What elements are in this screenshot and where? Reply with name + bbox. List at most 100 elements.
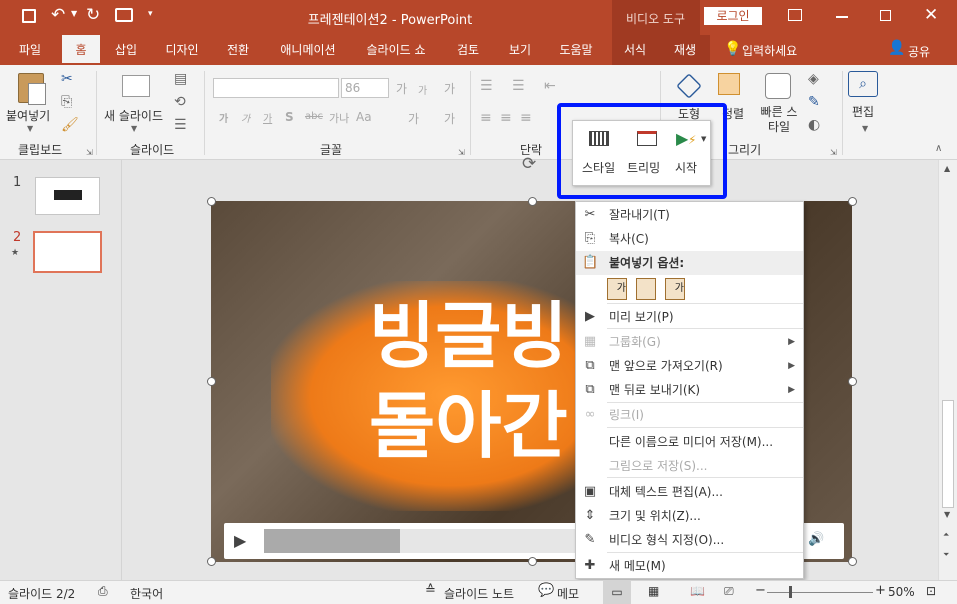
- shape-effects-icon[interactable]: ◐: [808, 117, 820, 133]
- align-center-icon[interactable]: ≡: [500, 110, 512, 126]
- scroll-down-icon[interactable]: ▼: [944, 510, 950, 519]
- ctx-item-8[interactable]: 다른 이름으로 미디어 저장(M)...: [576, 430, 803, 454]
- format-painter-icon[interactable]: 🖌: [61, 117, 79, 133]
- paste-dropdown-icon[interactable]: ▼: [27, 121, 33, 137]
- redo-icon[interactable]: ↻: [86, 5, 100, 25]
- resize-handle-br[interactable]: [848, 557, 857, 566]
- shape-outline-icon[interactable]: ✎: [808, 94, 820, 110]
- normal-view-icon[interactable]: ▭: [603, 581, 631, 604]
- ctx-item-12[interactable]: ✎ 비디오 형식 지정(O)...: [576, 528, 803, 552]
- zoom-level[interactable]: 50%: [888, 585, 915, 599]
- resize-handle-tr[interactable]: [848, 197, 857, 206]
- ctx-item-3[interactable]: ▶ 미리 보기(P): [576, 305, 803, 329]
- fit-to-window-icon[interactable]: ⊡: [926, 584, 936, 598]
- tab-transitions[interactable]: 전환: [216, 35, 260, 65]
- align-left-icon[interactable]: ≡: [480, 110, 492, 126]
- slideshow-view-icon[interactable]: ⎚: [724, 584, 734, 599]
- font-size-down-button[interactable]: 가: [418, 82, 427, 97]
- undo-dropdown-icon[interactable]: ▼: [71, 9, 77, 18]
- comments-button[interactable]: 메모: [557, 585, 579, 602]
- arrange-icon[interactable]: [718, 73, 740, 95]
- share-button[interactable]: 공유: [908, 43, 930, 60]
- drawing-launcher-icon[interactable]: ⇲: [830, 145, 837, 161]
- section-icon[interactable]: ☰: [174, 117, 187, 133]
- paste-option-2-icon[interactable]: [636, 278, 656, 300]
- font-size-up-button[interactable]: 가: [396, 80, 407, 97]
- bullets-icon[interactable]: ☰: [480, 78, 493, 94]
- volume-icon[interactable]: 🔊: [808, 532, 824, 547]
- clear-format-button[interactable]: 가: [444, 80, 455, 97]
- customize-qat-icon[interactable]: ▾: [148, 9, 153, 19]
- font-launcher-icon[interactable]: ⇲: [458, 145, 465, 161]
- layout-icon[interactable]: ▤: [174, 71, 187, 87]
- ctx-item-1[interactable]: ⎘ 복사(C): [576, 227, 803, 251]
- font-name-input[interactable]: [213, 78, 339, 98]
- minimize-icon[interactable]: [836, 16, 848, 18]
- highlight-button[interactable]: 가: [408, 110, 419, 127]
- slide-thumbnail-2[interactable]: [33, 231, 102, 273]
- rotate-handle-icon[interactable]: ⟳: [522, 154, 536, 174]
- change-case-button[interactable]: Aa: [356, 110, 372, 124]
- scroll-thumb[interactable]: [942, 400, 954, 508]
- language-indicator[interactable]: 한국어: [130, 585, 163, 602]
- login-button[interactable]: 로그인: [704, 7, 762, 25]
- edit-dropdown-icon[interactable]: ▼: [862, 121, 868, 137]
- resize-handle-bm[interactable]: [528, 557, 537, 566]
- tab-home[interactable]: 홈: [62, 35, 100, 65]
- notes-button[interactable]: 슬라이드 노트: [444, 585, 514, 602]
- save-icon[interactable]: [22, 9, 36, 23]
- cut-icon[interactable]: ✂: [61, 71, 73, 87]
- ribbon-display-icon[interactable]: [788, 9, 802, 21]
- tab-help[interactable]: 도움말: [552, 35, 600, 65]
- next-slide-icon[interactable]: ⏷: [943, 550, 949, 560]
- tab-review[interactable]: 검토: [446, 35, 490, 65]
- maximize-icon[interactable]: [880, 10, 891, 21]
- zoom-slider-thumb[interactable]: [789, 586, 792, 598]
- resize-handle-bl[interactable]: [207, 557, 216, 566]
- italic-button[interactable]: 가: [241, 110, 250, 125]
- align-right-icon[interactable]: ≡: [520, 110, 532, 126]
- font-color-button[interactable]: 가: [444, 110, 455, 127]
- tab-format[interactable]: 서식: [612, 35, 658, 65]
- resize-handle-tm[interactable]: [528, 197, 537, 206]
- shape-fill-icon[interactable]: ◈: [808, 71, 819, 87]
- accessibility-icon[interactable]: ⎙: [98, 584, 108, 599]
- video-play-icon[interactable]: ▶: [234, 531, 246, 550]
- font-size-input[interactable]: 86: [341, 78, 389, 98]
- zoom-out-icon[interactable]: −: [755, 583, 766, 598]
- tab-animations[interactable]: 애니메이션: [272, 35, 344, 65]
- reading-view-icon[interactable]: 📖: [690, 584, 705, 598]
- new-slide-dropdown-icon[interactable]: ▼: [131, 121, 137, 137]
- resize-handle-ml[interactable]: [207, 377, 216, 386]
- present-icon[interactable]: [115, 8, 133, 22]
- tab-design[interactable]: 디자인: [156, 35, 208, 65]
- clipboard-launcher-icon[interactable]: ⇲: [86, 145, 93, 161]
- tell-me-input[interactable]: 입력하세요: [742, 42, 797, 59]
- char-spacing-button[interactable]: 가나: [329, 110, 349, 126]
- vertical-scrollbar[interactable]: ▲ ▼ ⏶ ⏷: [938, 160, 957, 580]
- slide-thumbnail-1[interactable]: [35, 177, 100, 215]
- zoom-in-icon[interactable]: +: [875, 583, 886, 598]
- scroll-up-icon[interactable]: ▲: [944, 164, 950, 173]
- shadow-button[interactable]: S: [285, 110, 294, 124]
- strikethrough-button[interactable]: abc: [305, 111, 323, 122]
- ctx-item-5[interactable]: ⧉ 맨 앞으로 가져오기(R) ▶: [576, 354, 803, 378]
- prev-slide-icon[interactable]: ⏶: [943, 530, 949, 540]
- tab-file[interactable]: 파일: [8, 35, 52, 65]
- ctx-item-11[interactable]: ⇕ 크기 및 위치(Z)...: [576, 504, 803, 528]
- tab-view[interactable]: 보기: [498, 35, 542, 65]
- ctx-item-6[interactable]: ⧉ 맨 뒤로 보내기(K) ▶: [576, 378, 803, 402]
- decrease-indent-icon[interactable]: ⇤: [544, 78, 556, 94]
- quick-style-icon[interactable]: [765, 73, 791, 99]
- slide-sorter-icon[interactable]: ▦: [648, 584, 659, 598]
- copy-icon[interactable]: ⎘: [61, 94, 72, 110]
- underline-button[interactable]: 가: [263, 110, 272, 125]
- tab-playback[interactable]: 재생: [662, 35, 708, 65]
- bold-button[interactable]: 가: [219, 110, 228, 125]
- undo-icon[interactable]: ↶: [51, 5, 65, 25]
- shape-icon[interactable]: [676, 73, 702, 99]
- ctx-item-2[interactable]: 📋 붙여넣기 옵션:: [576, 251, 803, 275]
- ctx-item-0[interactable]: ✂ 잘라내기(T): [576, 203, 803, 227]
- paste-option-1-icon[interactable]: 가: [607, 278, 627, 300]
- quick-style-button[interactable]: 빠른 스타일: [756, 105, 802, 135]
